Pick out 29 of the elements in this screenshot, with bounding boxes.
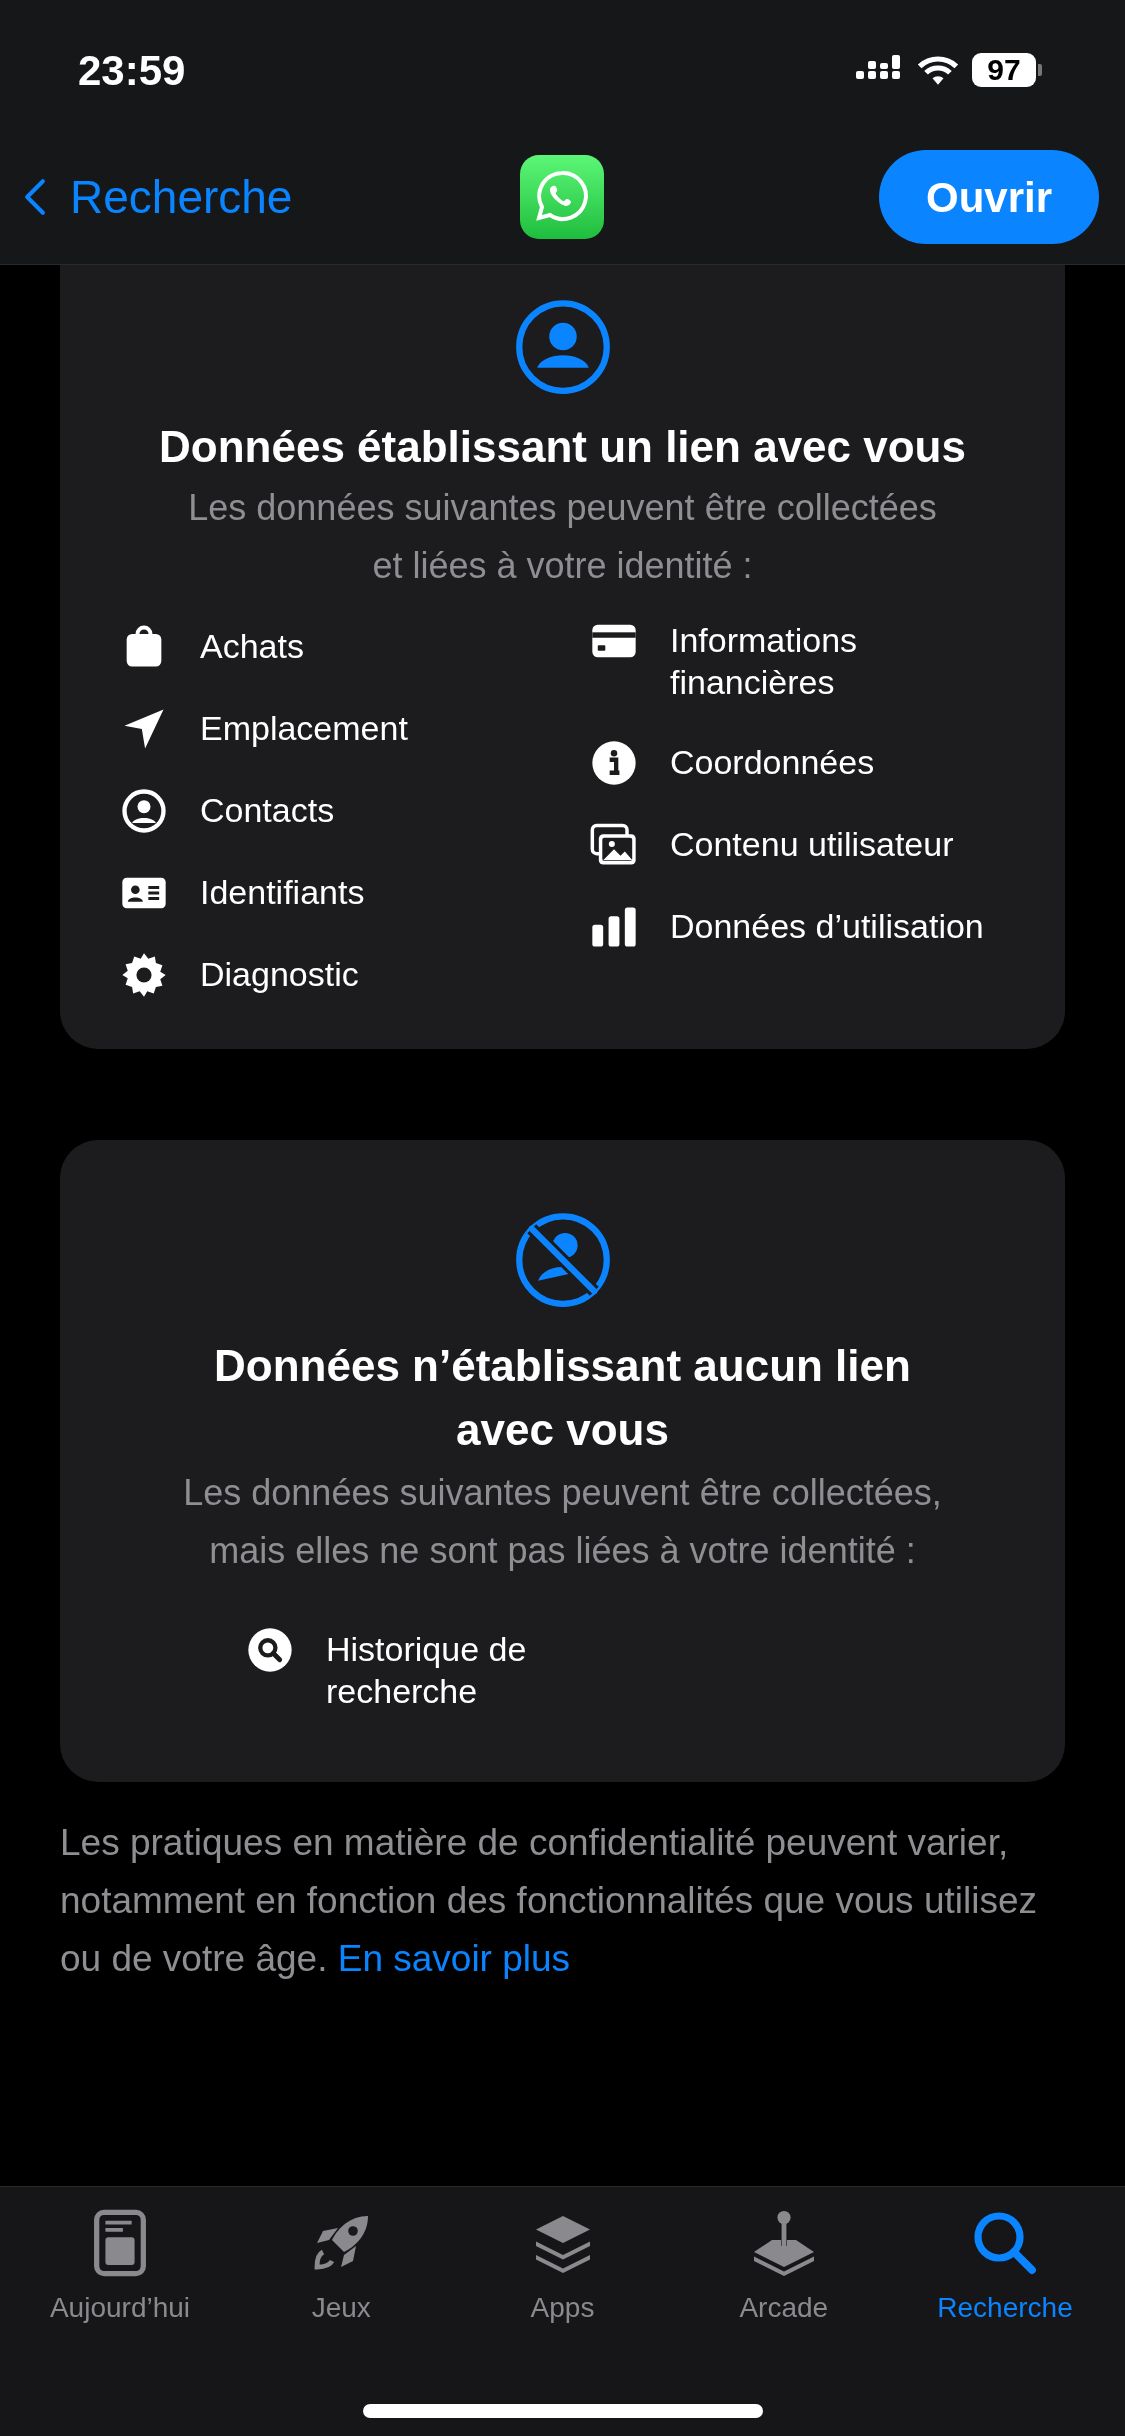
card-title: Données établissant un lien avec vous (159, 421, 966, 473)
battery-level: 97 (972, 53, 1036, 87)
battery-cap-icon (1038, 64, 1042, 76)
open-button[interactable]: Ouvrir (879, 150, 1099, 244)
privacy-note: Les pratiques en matière de confidentialité peuvent varier, notamment en fonction des fonctionnalités que vous utilisez ou de votre âge. En savoir plus (60, 1821, 1038, 1981)
data-type-label: Coordonnées (670, 742, 876, 783)
data-type-label: Contacts (200, 790, 336, 831)
data-type-label: Historique de recherche (326, 1629, 528, 1712)
data-type-label: Achats (200, 626, 305, 667)
tab[interactable]: Arcade (673, 2207, 894, 2329)
data-type-label: Informations financières (670, 620, 859, 703)
tab[interactable]: Recherche (895, 2207, 1115, 2329)
data-type-label: Contenu utilisateur (670, 824, 955, 865)
card-subtitle: Les données suivantes peuvent être collectées, mais elles ne sont pas liées à votre identité : (182, 1471, 943, 1573)
tab[interactable]: Jeux (231, 2207, 452, 2329)
data-type-label: Diagnostic (200, 954, 360, 995)
back-button[interactable]: Recherche (24, 162, 344, 232)
chevron-left-icon (24, 177, 46, 217)
data-type-label: Emplacement (200, 708, 409, 749)
chat-app-icon (519, 155, 604, 239)
learn-more-link[interactable]: En savoir plus (337, 1938, 571, 1979)
tab[interactable]: Aujourd’hui (10, 2207, 230, 2329)
status-time: 23:59 (78, 45, 186, 96)
card-subtitle: Les données suivantes peuvent être collectées et liées à votre identité : (187, 486, 938, 588)
wifi-icon (916, 53, 960, 87)
data-type-label: Identifiants (200, 872, 366, 913)
tab[interactable]: Apps (452, 2207, 673, 2329)
card-title: Données n’établissant aucun lien avec vous (213, 1340, 912, 1456)
data-type-label: Données d’utilisation (670, 906, 985, 947)
